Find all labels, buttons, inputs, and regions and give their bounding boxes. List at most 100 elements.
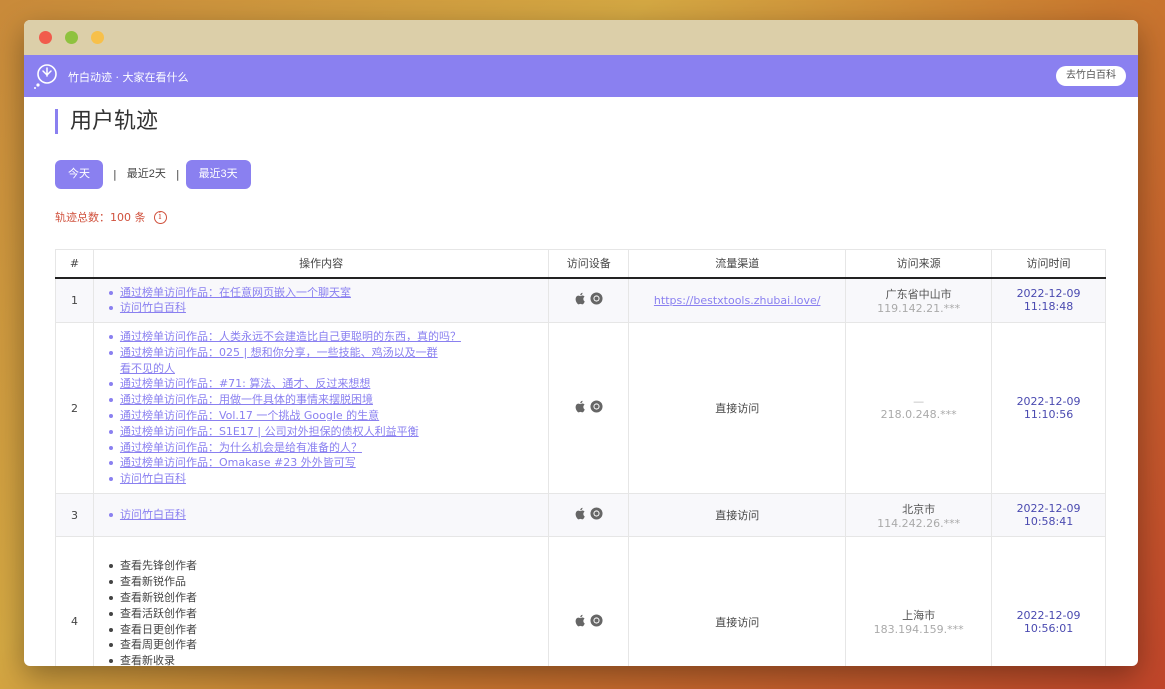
operation-item: 查看新锐创作者 [108, 590, 548, 606]
main-content: 用户轨迹 今天 | 最近2天 | 最近3天 轨迹总数：100 条 i # 操作内… [24, 97, 1138, 666]
operation-link[interactable]: 访问竹白百科 [108, 300, 548, 316]
chrome-icon [590, 614, 603, 627]
logo-icon[interactable] [32, 62, 60, 90]
operation-link[interactable]: 通过榜单访问作品：Omakase #23 外外皆可写 [108, 455, 548, 471]
channel-link[interactable]: https://bestxtools.zhubai.love/ [654, 294, 821, 307]
source-location: 广东省中山市 [885, 287, 952, 301]
table-header-row: # 操作内容 访问设备 流量渠道 访问来源 访问时间 [55, 249, 1106, 279]
filter-last-3-days-button[interactable]: 最近3天 [185, 160, 251, 189]
filter-today-button[interactable]: 今天 [55, 160, 103, 189]
page-title: 用户轨迹 [55, 109, 158, 134]
visit-time: 11:18:48 [1023, 300, 1074, 314]
visit-date: 2022-12-09 [1016, 395, 1081, 409]
device-cell [548, 322, 630, 495]
operation-link[interactable]: 通过榜单访问作品：S1E17 | 公司对外担保的债权人利益平衡 [108, 424, 548, 440]
date-filter-group: 今天 | 最近2天 | 最近3天 [55, 160, 251, 189]
source-ip: 119.142.21.*** [877, 301, 961, 315]
window-titlebar [24, 20, 1138, 55]
device-cell [548, 536, 630, 666]
source-ip: 114.242.26.*** [877, 516, 961, 530]
track-total: 轨迹总数：100 条 i [55, 209, 167, 225]
time-cell: 2022-12-09 10:58:41 [991, 493, 1106, 538]
source-ip: 218.0.248.*** [880, 408, 957, 422]
apple-icon [575, 614, 586, 626]
track-total-label: 轨迹总数：100 条 [55, 211, 146, 224]
operations-cell: 通过榜单访问作品：人类永远不会建造比自己更聪明的东西，真的吗？ 通过榜单访问作品：… [92, 322, 550, 495]
operation-link[interactable]: 通过榜单访问作品：#71: 算法、通才、反过来想想 [108, 376, 548, 392]
tracks-table: # 操作内容 访问设备 流量渠道 访问来源 访问时间 1 通过榜单访问作品：在任意… [55, 249, 1106, 666]
table-row: 4 查看先锋创作者 查看新锐作品 查看新锐创作者 查看活跃创作者 查看日更创作者 查看周更创… [55, 536, 1106, 666]
visit-date: 2022-12-09 [1016, 502, 1081, 516]
time-cell: 2022-12-09 10:56:01 [991, 536, 1106, 666]
source-location: 北京市 [902, 502, 936, 516]
source-cell: —218.0.248.*** [845, 322, 993, 495]
minimize-window-button[interactable] [65, 31, 78, 44]
app-header: 竹白动迹 · 大家在看什么 去竹白百科 [24, 55, 1138, 97]
visit-date: 2022-12-09 [1016, 287, 1081, 301]
operation-link[interactable]: 访问竹白百科 [108, 507, 548, 523]
operation-link[interactable]: 通过榜单访问作品：为什么机会是给有准备的人？ [108, 440, 548, 456]
operations-list: 查看先锋创作者 查看新锐作品 查看新锐创作者 查看活跃创作者 查看日更创作者 查看周更创作… [108, 558, 548, 666]
column-header-channel: 流量渠道 [628, 249, 847, 279]
operation-item: 查看周更创作者 [108, 637, 548, 653]
chrome-icon [590, 400, 603, 413]
operations-list: 通过榜单访问作品：人类永远不会建造比自己更聪明的东西，真的吗？ 通过榜单访问作品：… [108, 329, 548, 487]
column-header-source: 访问来源 [845, 249, 993, 279]
device-icons [574, 507, 603, 520]
apple-icon [575, 507, 586, 520]
operation-link[interactable]: 通过榜单访问作品：Vol.17 一个挑战 Google 的生意 [108, 408, 548, 424]
operation-link[interactable]: 通过榜单访问作品：人类永远不会建造比自己更聪明的东西，真的吗？ [108, 329, 548, 345]
table-row: 3 访问竹白百科 直接访问 北京市 114.242.26.*** 2022-12-09 10… [55, 493, 1106, 538]
table-row: 1 通过榜单访问作品：在任意网页嵌入一个聊天室 访问竹白百科 https://best… [55, 276, 1106, 324]
operation-link[interactable]: 通过榜单访问作品：用做一件具体的事情来摆脱困境 [108, 392, 548, 408]
visit-time: 11:10:56 [1023, 408, 1074, 422]
source-cell: 广东省中山市 119.142.21.*** [845, 276, 993, 324]
app-title: 竹白动迹 · 大家在看什么 [68, 71, 189, 84]
source-cell: 上海市 183.194.159.*** [845, 536, 993, 666]
zoom-window-button[interactable] [91, 31, 104, 44]
go-zhubai-wiki-button[interactable]: 去竹白百科 [1056, 66, 1126, 86]
row-index: 1 [55, 276, 94, 324]
operations-cell: 查看先锋创作者 查看新锐作品 查看新锐创作者 查看活跃创作者 查看日更创作者 查看周更创作… [92, 536, 550, 666]
visit-time: 10:56:01 [1023, 621, 1074, 635]
channel-label: 直接访问 [715, 509, 760, 523]
browser-window: 竹白动迹 · 大家在看什么 去竹白百科 用户轨迹 今天 | 最近2天 | 最近3… [24, 20, 1138, 666]
operation-link[interactable]: 通过榜单访问作品：025 | 想和你分享，一些技能、鸡汤以及一群看不见的人 [108, 345, 448, 377]
source-ip: 183.194.159.*** [873, 623, 964, 637]
operation-link[interactable]: 通过榜单访问作品：在任意网页嵌入一个聊天室 [108, 285, 548, 301]
channel-cell: https://bestxtools.zhubai.love/ [628, 276, 847, 324]
operation-item: 查看新收录 [108, 653, 548, 666]
operation-item: 查看先锋创作者 [108, 558, 548, 574]
column-header-time: 访问时间 [991, 249, 1106, 279]
operations-cell: 通过榜单访问作品：在任意网页嵌入一个聊天室 访问竹白百科 [92, 276, 550, 324]
operation-link[interactable]: 访问竹白百科 [108, 471, 548, 487]
channel-cell: 直接访问 [628, 536, 847, 666]
column-header-operations: 操作内容 [92, 249, 550, 279]
row-index: 2 [55, 322, 94, 495]
close-window-button[interactable] [39, 31, 52, 44]
device-icons [574, 400, 603, 413]
filter-separator: | [175, 168, 180, 181]
channel-label: 直接访问 [715, 402, 760, 416]
filter-last-2-days-button[interactable]: 最近2天 [121, 160, 172, 189]
operation-item: 查看活跃创作者 [108, 606, 548, 622]
row-index: 4 [55, 536, 94, 666]
time-cell: 2022-12-09 11:10:56 [991, 322, 1106, 495]
visit-time: 10:58:41 [1023, 515, 1074, 529]
device-cell [548, 276, 630, 324]
source-location: 上海市 [902, 609, 936, 623]
device-icons [574, 614, 603, 627]
operation-item: 查看新锐作品 [108, 574, 548, 590]
source-location: — [913, 395, 925, 409]
filter-separator: | [113, 168, 117, 181]
channel-cell: 直接访问 [628, 493, 847, 538]
table-row: 2 通过榜单访问作品：人类永远不会建造比自己更聪明的东西，真的吗？ 通过榜单访问作品… [55, 322, 1106, 495]
visit-date: 2022-12-09 [1016, 608, 1081, 622]
device-cell [548, 493, 630, 538]
apple-icon [575, 400, 586, 413]
operations-list: 通过榜单访问作品：在任意网页嵌入一个聊天室 访问竹白百科 [108, 285, 548, 317]
source-cell: 北京市 114.242.26.*** [845, 493, 993, 538]
channel-label: 直接访问 [715, 615, 760, 629]
info-icon[interactable]: i [153, 210, 167, 224]
chrome-icon [590, 292, 603, 305]
